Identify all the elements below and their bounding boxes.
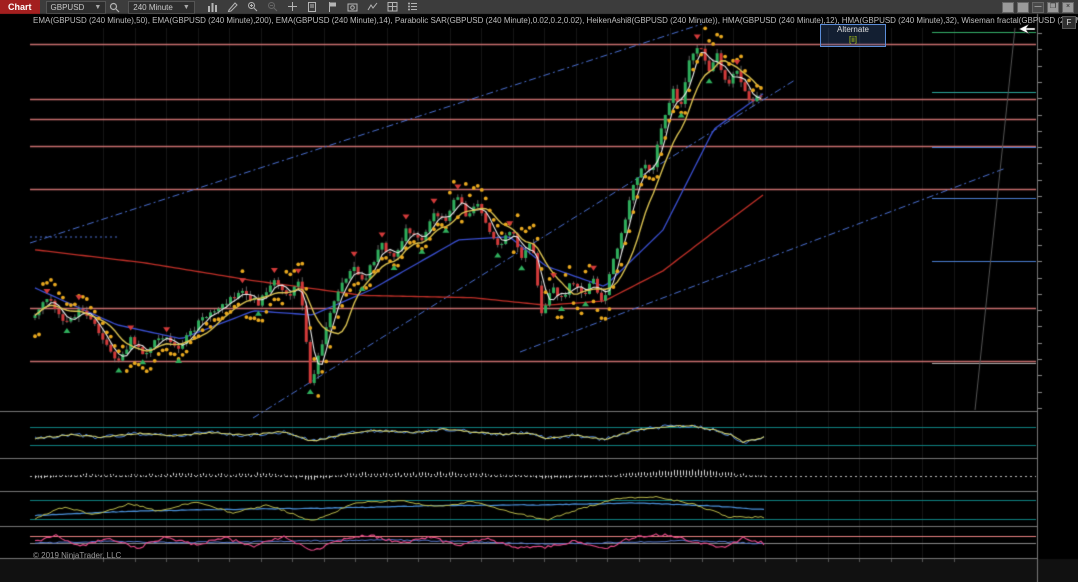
mouse-cursor-icon xyxy=(1018,22,1036,40)
fixed-scale-button[interactable]: F xyxy=(1062,16,1076,29)
ninjatrader-chart-window: Chart GBPUSD ▼ 240 Minute ▼ — ❐ × EMA(GB… xyxy=(0,0,1078,582)
chart-canvas[interactable] xyxy=(0,0,1078,582)
